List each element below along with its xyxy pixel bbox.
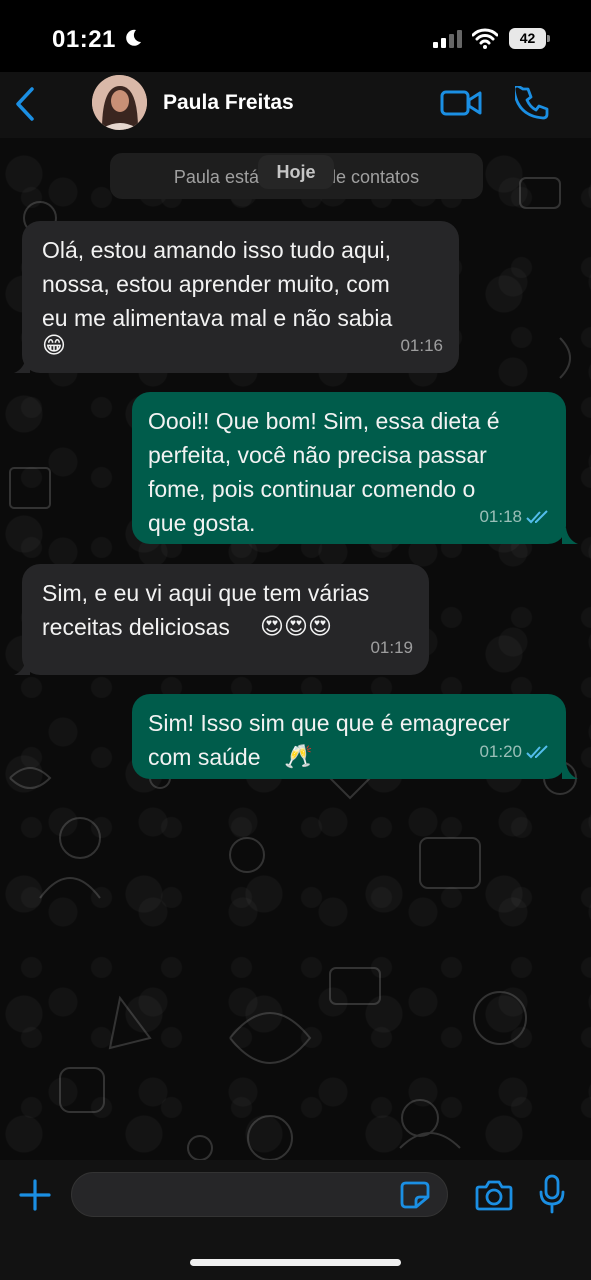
signal-icon [433, 30, 462, 48]
message-meta: 01:16 [400, 329, 443, 363]
plus-icon[interactable] [18, 1178, 52, 1212]
message-emoji: 🥂 [284, 744, 313, 770]
message-bubble-incoming[interactable]: Olá, estou amando isso tudo aqui, nossa,… [22, 221, 459, 373]
read-ticks-icon [526, 510, 548, 524]
message-input[interactable] [71, 1172, 448, 1217]
message-time: 01:16 [400, 336, 443, 355]
chat-header: Paula Freitas [0, 72, 591, 138]
message-text: Sim, e eu vi aqui que tem várias receita… [42, 580, 370, 640]
message-time: 01:20 [479, 742, 522, 761]
back-chevron-icon[interactable] [12, 86, 38, 122]
moon-icon [126, 29, 141, 46]
date-chip: Hoje [258, 155, 334, 189]
message-time: 01:19 [370, 638, 413, 657]
message-bubble-outgoing[interactable]: Sim! Isso sim que que é emagrecer com sa… [132, 694, 566, 779]
bubble-tail [562, 528, 578, 544]
battery-level: 42 [509, 28, 546, 49]
bubble-tail [14, 659, 30, 675]
message-meta: 01:19 [370, 631, 413, 665]
message-composer [0, 1160, 591, 1280]
message-emoji: 😁 [42, 333, 66, 359]
message-bubble-outgoing[interactable]: Oooi!! Que bom! Sim, essa dieta é perfei… [132, 392, 566, 544]
phone-icon[interactable] [515, 86, 549, 120]
message-meta: 01:18 [479, 500, 550, 534]
status-bar: 01:21 42 [0, 0, 591, 72]
sticker-icon[interactable] [400, 1181, 430, 1209]
video-call-icon[interactable] [440, 88, 482, 118]
read-ticks-icon [526, 745, 548, 759]
wifi-icon [472, 28, 498, 49]
message-time: 01:18 [479, 507, 522, 526]
battery-icon: 42 [509, 28, 551, 49]
message-emoji: 😍😍😍 [260, 614, 332, 640]
bubble-tail [14, 357, 30, 373]
contact-name[interactable]: Paula Freitas [163, 91, 294, 115]
contact-avatar[interactable] [92, 75, 147, 130]
camera-icon[interactable] [475, 1178, 513, 1212]
bubble-tail [562, 763, 578, 779]
home-indicator[interactable] [190, 1259, 401, 1266]
message-text: Olá, estou amando isso tudo aqui, nossa,… [42, 237, 393, 331]
microphone-icon[interactable] [539, 1174, 565, 1214]
message-meta: 01:20 [479, 735, 550, 769]
message-bubble-incoming[interactable]: Sim, e eu vi aqui que tem várias receita… [22, 564, 429, 675]
status-time: 01:21 [52, 26, 116, 53]
